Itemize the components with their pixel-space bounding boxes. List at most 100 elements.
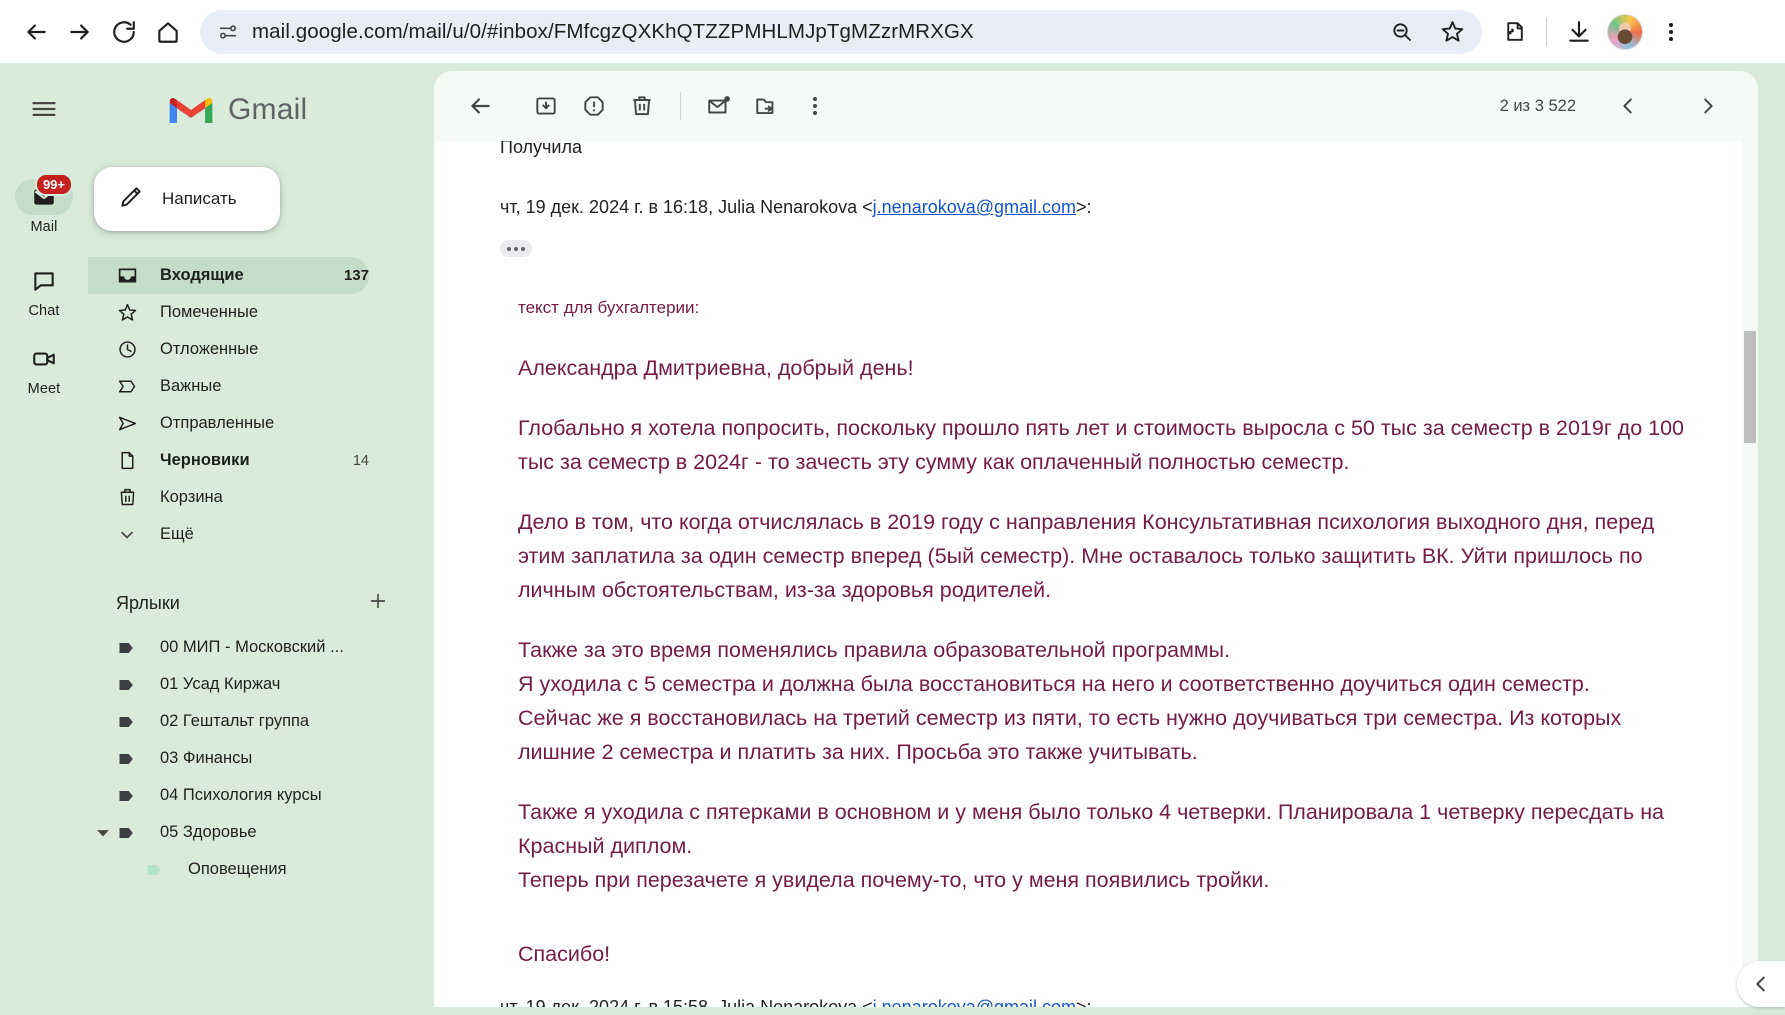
chat-bubble-icon [15,263,73,299]
sidebar-item-more[interactable]: Ещё [88,516,369,553]
label-item-label: 00 МИП - Московский ... [160,638,344,656]
gmail-logo[interactable]: Gmail [88,75,425,145]
label-item-label: 03 Финансы [160,749,253,767]
download-icon[interactable] [1557,10,1601,54]
draft-page-icon [116,450,138,471]
message-counter: 2 из 3 522 [1499,96,1576,115]
browser-profile-avatar[interactable] [1603,10,1647,54]
sidebar-item-count: 137 [343,267,369,284]
chevron-left-icon [1756,976,1765,992]
label-tag-icon [116,749,138,769]
back-to-inbox-button[interactable] [456,82,504,130]
sidebar-item-sent[interactable]: Отправленные [88,405,369,442]
label-item-notifications[interactable]: Оповещения [88,851,425,888]
delete-button[interactable] [618,82,666,130]
sidebar-item-label: Помеченные [160,303,259,321]
label-item-label: Оповещения [188,860,287,878]
rail-item-mail[interactable]: 99+ Mail [8,173,80,235]
label-item-psychology[interactable]: 04 Психология курсы [88,777,425,814]
quote-attribution-prefix: чт, 19 дек. 2024 г. в 16:18, Julia Nenar… [500,197,873,217]
rail-item-label: Chat [28,303,60,319]
address-bar-url[interactable]: mail.google.com/mail/u/0/#inbox/FMfcgzQX… [246,20,1380,44]
site-settings-icon[interactable] [210,14,246,50]
rail-item-label: Mail [30,219,58,235]
label-tag-icon [116,638,138,658]
address-bar[interactable]: mail.google.com/mail/u/0/#inbox/FMfcgzQX… [200,9,1482,54]
important-label-icon [116,376,138,397]
browser-menu-icon[interactable] [1649,10,1693,54]
rail-item-label: Meet [27,381,61,397]
mail-reading-pane: 2 из 3 522 Получила чт, 19 дек. 2024 г. … [434,71,1758,1007]
browser-home-button[interactable] [146,10,190,54]
move-to-folder-button[interactable] [743,82,791,130]
hamburger-menu-icon[interactable] [16,81,72,137]
more-options-button[interactable] [791,82,839,130]
sidebar-item-label: Отложенные [160,340,259,358]
report-spam-button[interactable] [570,82,618,130]
avatar [1607,13,1643,50]
email-scrollbar-thumb[interactable] [1744,331,1756,443]
sidebar-item-inbox[interactable]: Входящие 137 [88,257,369,294]
sidebar-item-trash[interactable]: Корзина [88,479,369,516]
label-item-label: 02 Гештальт группа [160,712,310,730]
label-tag-icon [116,712,138,732]
create-label-plus-icon[interactable] [367,590,389,617]
sidebar-item-important[interactable]: Важные [88,368,369,405]
show-trimmed-content-button[interactable] [500,240,532,257]
extensions-icon[interactable] [1492,10,1536,54]
email-paragraph: Также за это время поменялись правила об… [518,638,1622,764]
label-tag-icon [116,823,138,843]
next-message-button[interactable] [1684,82,1732,130]
label-item-health[interactable]: 05 Здоровье [88,814,425,851]
right-edge-strip [1758,63,1785,1015]
label-item-label: 01 Усад Киржач [160,675,281,693]
chevron-down-icon [116,525,138,545]
quote-attribution-2: чт, 19 дек. 2024 г. в 15:58, Julia Nenar… [500,997,1698,1007]
sidebar-item-drafts[interactable]: Черновики 14 [88,442,369,479]
bookmark-star-icon[interactable] [1430,10,1474,54]
previous-message-button[interactable] [1604,82,1652,130]
compose-button[interactable]: Написать [94,167,280,231]
inbox-icon [116,265,138,286]
email-paragraph: Александра Дмитриевна, добрый день! [518,356,914,380]
rail-item-meet[interactable]: Meet [8,341,80,397]
quote-attribution-suffix: >: [1076,197,1092,217]
email-scrollbar-track[interactable] [1742,141,1758,1007]
email-cut-text: Получила [500,141,583,157]
sidebar-item-starred[interactable]: Помеченные [88,294,369,331]
video-camera-icon [15,341,73,377]
email-paragraph: текст для бухгалтерии: [518,298,700,317]
dot-icon [514,246,518,251]
sender-email-link[interactable]: j.nenarokova@gmail.com [873,997,1076,1007]
pencil-icon [118,184,144,215]
labels-title: Ярлыки [116,592,180,613]
email-paragraph: Дело в том, что когда отчислялась в 2019… [518,510,1655,602]
zoom-out-icon[interactable] [1380,10,1424,54]
browser-back-button[interactable] [14,10,58,54]
gmail-app: 99+ Mail Chat Meet Gmail Написать Входящ… [0,63,1785,1015]
star-outline-icon [116,302,138,323]
rail-item-chat[interactable]: Chat [8,263,80,319]
label-item-mip[interactable]: 00 МИП - Московский ... [88,629,425,666]
mail-unread-badge: 99+ [34,173,73,196]
sidebar: Gmail Написать Входящие 137 Помеченные О… [88,63,425,1015]
quoted-message-body: текст для бухгалтерии: Александра Дмитри… [500,295,1698,971]
label-item-label: 04 Психология курсы [160,786,322,804]
sidebar-item-count: 14 [352,452,369,469]
archive-button[interactable] [522,82,570,130]
side-panel-toggle-button[interactable] [1737,961,1785,1007]
sidebar-item-snoozed[interactable]: Отложенные [88,331,369,368]
browser-toolbar: mail.google.com/mail/u/0/#inbox/FMfcgzQX… [0,0,1785,63]
label-item-finance[interactable]: 03 Финансы [88,740,425,777]
browser-reload-button[interactable] [102,10,146,54]
label-item-geshtalt[interactable]: 02 Гештальт группа [88,703,425,740]
mark-unread-button[interactable] [695,82,743,130]
label-item-usad[interactable]: 01 Усад Киржач [88,666,425,703]
sender-email-link[interactable]: j.nenarokova@gmail.com [873,197,1076,217]
label-expand-caret-icon[interactable] [96,826,110,840]
label-tag-icon [116,786,138,806]
quote-attribution-prefix: чт, 19 дек. 2024 г. в 15:58, Julia Nenar… [500,997,873,1007]
sidebar-nav-list: Входящие 137 Помеченные Отложенные Важны… [88,257,425,553]
browser-forward-button[interactable] [58,10,102,54]
email-paragraph: Также я уходила с пятерками в основном и… [518,800,1665,892]
